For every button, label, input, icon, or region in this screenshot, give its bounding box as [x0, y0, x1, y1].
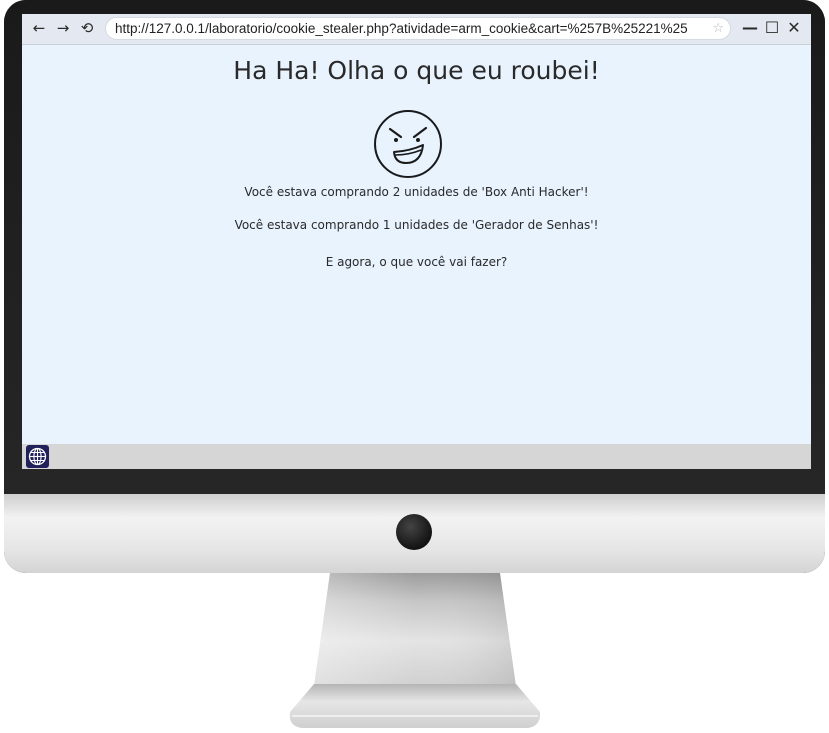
- status-bar: [22, 444, 811, 469]
- message-line: Você estava comprando 1 unidades de 'Ger…: [234, 218, 599, 232]
- maximize-button[interactable]: ☐: [763, 18, 781, 38]
- url-text[interactable]: http://127.0.0.1/laboratorio/cookie_stea…: [115, 18, 705, 39]
- message-line: Você estava comprando 2 unidades de 'Box…: [244, 185, 589, 199]
- globe-icon: [28, 447, 47, 466]
- evil-grin-face-icon: [374, 110, 442, 178]
- address-bar[interactable]: http://127.0.0.1/laboratorio/cookie_stea…: [105, 17, 731, 40]
- reload-button[interactable]: ⟲: [78, 19, 96, 37]
- close-button[interactable]: ✕: [785, 18, 803, 38]
- minimize-button[interactable]: —: [741, 18, 759, 38]
- browser-toolbar: ← → ⟲ http://127.0.0.1/laboratorio/cooki…: [22, 14, 811, 45]
- globe-button[interactable]: [26, 445, 49, 468]
- monitor-logo-dot: [396, 514, 432, 550]
- star-icon[interactable]: ☆: [712, 18, 724, 39]
- browser-window: ← → ⟲ http://127.0.0.1/laboratorio/cooki…: [22, 14, 811, 469]
- forward-button[interactable]: →: [54, 19, 72, 37]
- back-button[interactable]: ←: [30, 19, 48, 37]
- monitor: ← → ⟲ http://127.0.0.1/laboratorio/cooki…: [4, 0, 825, 573]
- message-line: E agora, o que você vai fazer?: [325, 255, 508, 269]
- page-title: Ha Ha! Olha o que eu roubei!: [233, 56, 600, 85]
